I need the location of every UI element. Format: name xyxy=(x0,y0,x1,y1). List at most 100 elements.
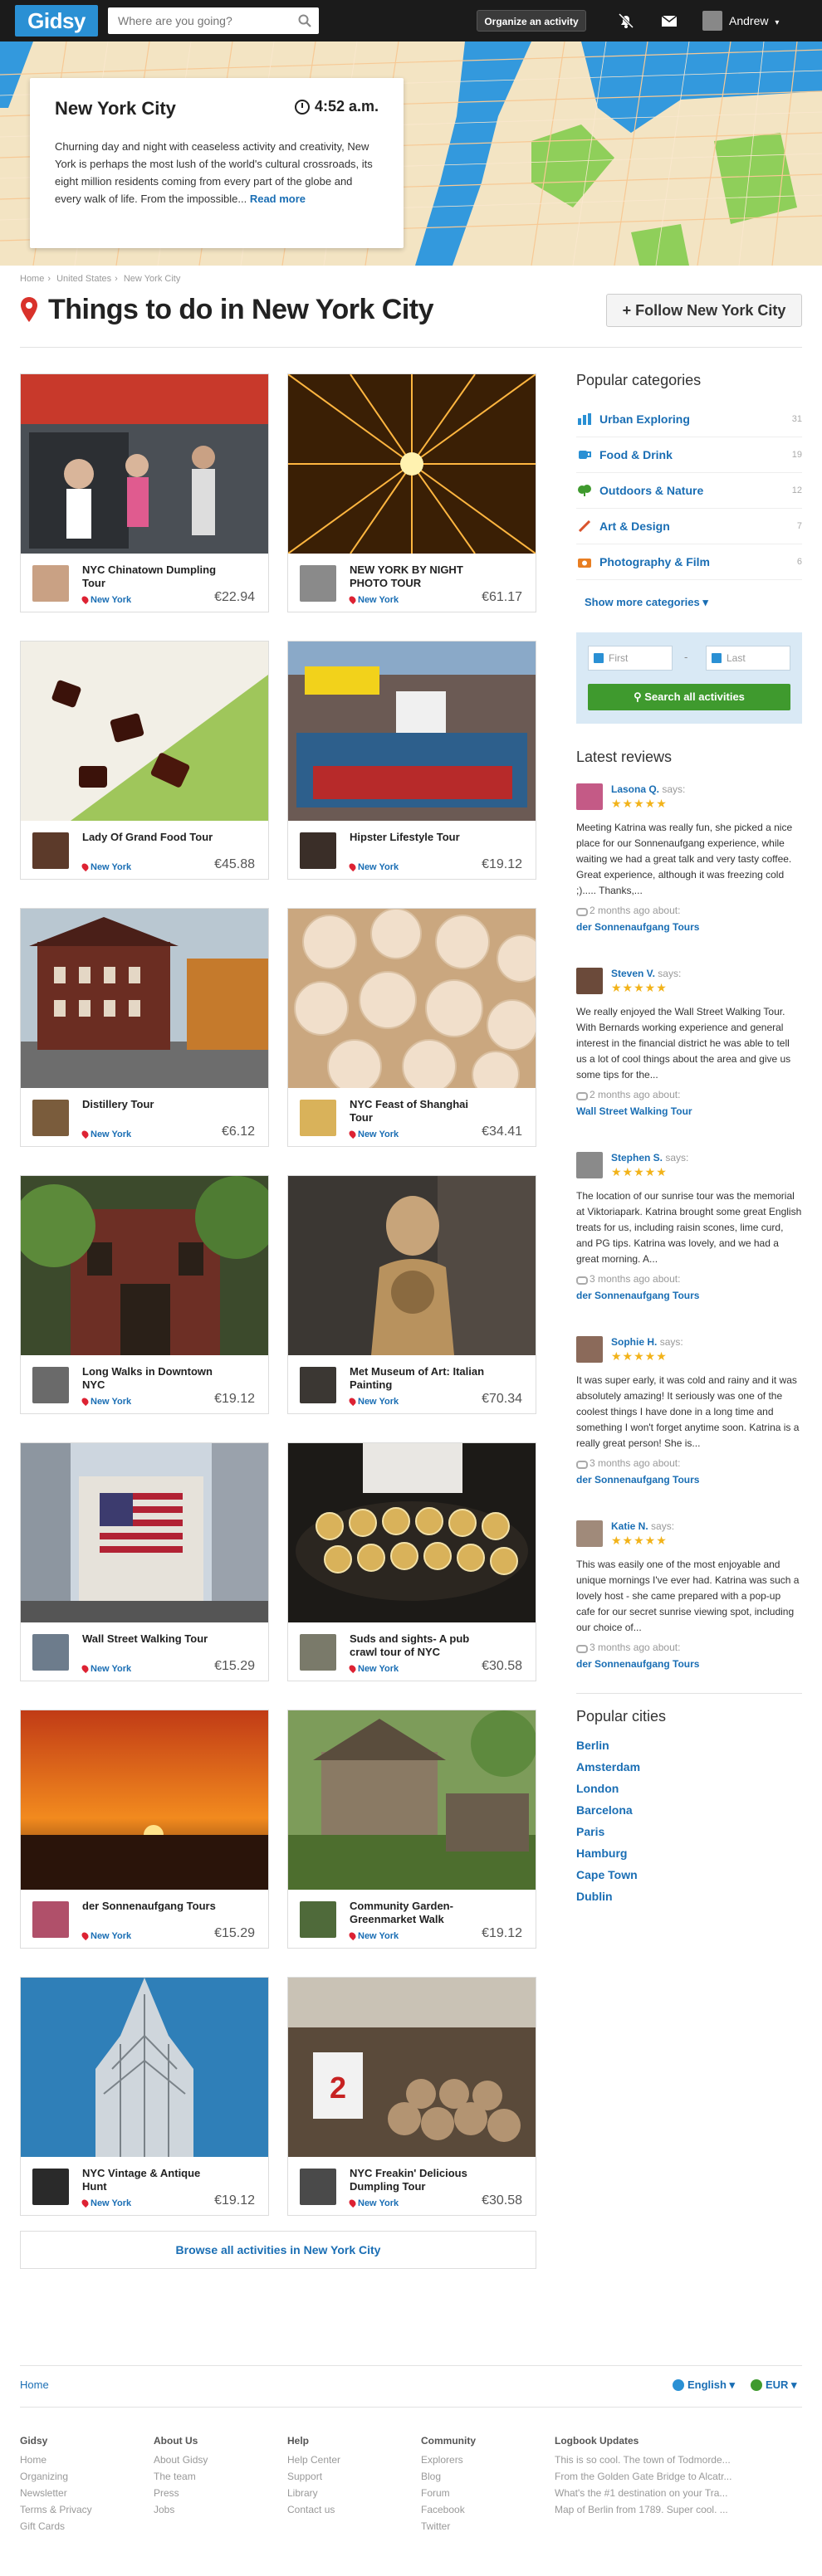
activity-title[interactable]: Met Museum of Art: Italian Painting xyxy=(350,1365,491,1392)
activity-photo[interactable] xyxy=(288,374,536,554)
organizer-avatar[interactable] xyxy=(32,1634,69,1671)
activity-card[interactable]: NYC Feast of Shanghai Tour New York €34.41 xyxy=(287,908,536,1147)
activity-location[interactable]: New York xyxy=(350,1931,399,1941)
activity-photo[interactable] xyxy=(21,1176,268,1355)
activity-card[interactable]: Lady Of Grand Food Tour New York €45.88 xyxy=(20,641,269,880)
footer-link[interactable]: Terms & Privacy xyxy=(20,2501,92,2518)
footer-link[interactable]: Newsletter xyxy=(20,2485,92,2501)
activity-photo[interactable] xyxy=(21,1710,268,1890)
reviewer-avatar[interactable] xyxy=(576,1152,603,1178)
footer-link[interactable]: Jobs xyxy=(154,2501,208,2518)
category-art-design[interactable]: Art & Design 7 xyxy=(576,509,802,544)
organizer-avatar[interactable] xyxy=(32,2169,69,2205)
reviewer-name[interactable]: Katie N. says: xyxy=(611,1520,674,1532)
breadcrumb-home[interactable]: Home xyxy=(20,274,44,284)
first-date-field[interactable]: First xyxy=(588,646,673,671)
footer-link[interactable]: Support xyxy=(287,2468,340,2485)
activity-title[interactable]: Suds and sights- A pub crawl tour of NYC xyxy=(350,1632,491,1659)
activity-card[interactable]: Suds and sights- A pub crawl tour of NYC… xyxy=(287,1442,536,1681)
currency-selector[interactable]: EUR ▾ xyxy=(751,2378,797,2392)
organizer-avatar[interactable] xyxy=(300,1634,336,1671)
reviewer-name[interactable]: Steven V. says: xyxy=(611,968,681,979)
review-activity-link[interactable]: Wall Street Walking Tour xyxy=(576,1105,692,1117)
activity-photo[interactable] xyxy=(21,909,268,1088)
activity-location[interactable]: New York xyxy=(82,595,131,605)
activity-card[interactable]: 2 NYC Freakin' Delicious Dumpling Tour New… xyxy=(287,1977,536,2216)
footer-home-link[interactable]: Home xyxy=(20,2378,49,2391)
footer-link[interactable]: Press xyxy=(154,2485,208,2501)
footer-link[interactable]: Twitter xyxy=(421,2518,476,2535)
organizer-avatar[interactable] xyxy=(300,832,336,869)
reviewer-name[interactable]: Sophie H. says: xyxy=(611,1336,683,1348)
activity-card[interactable]: Long Walks in Downtown NYC New York €19.12 xyxy=(20,1175,269,1414)
organizer-avatar[interactable] xyxy=(300,1100,336,1136)
activity-location[interactable]: New York xyxy=(82,1129,131,1139)
activity-title[interactable]: Lady Of Grand Food Tour xyxy=(82,831,223,844)
activity-title[interactable]: NYC Vintage & Antique Hunt xyxy=(82,2167,223,2193)
last-date-field[interactable]: Last xyxy=(706,646,790,671)
review-activity-link[interactable]: der Sonnenaufgang Tours xyxy=(576,921,699,933)
reviewer-name[interactable]: Lasona Q. says: xyxy=(611,783,685,795)
footer-link[interactable]: Contact us xyxy=(287,2501,340,2518)
city-link[interactable]: Paris xyxy=(576,1821,640,1842)
footer-link[interactable]: Organizing xyxy=(20,2468,92,2485)
browse-all-button[interactable]: Browse all activities in New York City xyxy=(20,2231,536,2269)
activity-card[interactable]: NYC Vintage & Antique Hunt New York €19.12 xyxy=(20,1977,269,2216)
footer-link[interactable]: Map of Berlin from 1789. Super cool. ... xyxy=(555,2501,731,2518)
activity-location[interactable]: New York xyxy=(350,862,399,872)
city-link[interactable]: London xyxy=(576,1778,640,1799)
footer-link[interactable]: From the Golden Gate Bridge to Alcatr... xyxy=(555,2468,731,2485)
organizer-avatar[interactable] xyxy=(300,565,336,602)
reviewer-avatar[interactable] xyxy=(576,1336,603,1363)
activity-location[interactable]: New York xyxy=(350,1664,399,1674)
activity-location[interactable]: New York xyxy=(82,1664,131,1674)
city-link[interactable]: Dublin xyxy=(576,1886,640,1907)
activity-photo[interactable] xyxy=(288,1176,536,1355)
activity-photo[interactable] xyxy=(288,909,536,1088)
mail-icon[interactable] xyxy=(659,11,679,31)
organizer-avatar[interactable] xyxy=(300,1367,336,1403)
organizer-avatar[interactable] xyxy=(32,565,69,602)
city-link[interactable]: Hamburg xyxy=(576,1842,640,1864)
footer-link[interactable]: This is so cool. The town of Todmorde... xyxy=(555,2452,731,2468)
activity-photo[interactable] xyxy=(21,374,268,554)
city-link[interactable]: Cape Town xyxy=(576,1864,640,1886)
activity-location[interactable]: New York xyxy=(350,2198,399,2208)
breadcrumb-city[interactable]: New York City xyxy=(124,274,180,284)
activity-card[interactable]: Wall Street Walking Tour New York €15.29 xyxy=(20,1442,269,1681)
footer-link[interactable]: Facebook xyxy=(421,2501,476,2518)
language-selector[interactable]: English ▾ xyxy=(673,2378,735,2392)
show-more-categories-link[interactable]: Show more categories ▾ xyxy=(585,596,708,609)
reviewer-name[interactable]: Stephen S. says: xyxy=(611,1152,688,1164)
search-input[interactable] xyxy=(108,7,291,34)
city-link[interactable]: Amsterdam xyxy=(576,1756,640,1778)
activity-title[interactable]: Distillery Tour xyxy=(82,1098,223,1111)
footer-link[interactable]: About Gidsy xyxy=(154,2452,208,2468)
breadcrumb-country[interactable]: United States xyxy=(56,274,111,284)
footer-link[interactable]: Help Center xyxy=(287,2452,340,2468)
reviewer-avatar[interactable] xyxy=(576,1520,603,1547)
activity-title[interactable]: Hipster Lifestyle Tour xyxy=(350,831,491,844)
footer-link[interactable]: Gift Cards xyxy=(20,2518,92,2535)
category-food-drink[interactable]: Food & Drink 19 xyxy=(576,437,802,473)
activity-location[interactable]: New York xyxy=(82,1397,131,1407)
activity-photo[interactable]: 2 xyxy=(288,1978,536,2157)
activity-title[interactable]: NYC Chinatown Dumpling Tour xyxy=(82,564,223,590)
activity-title[interactable]: NYC Feast of Shanghai Tour xyxy=(350,1098,491,1125)
footer-link[interactable]: What's the #1 destination on your Tra... xyxy=(555,2485,731,2501)
reviewer-avatar[interactable] xyxy=(576,968,603,994)
activity-photo[interactable] xyxy=(21,1978,268,2157)
user-menu[interactable]: Andrew ▾ xyxy=(702,10,779,32)
footer-link[interactable]: Forum xyxy=(421,2485,476,2501)
activity-title[interactable]: Wall Street Walking Tour xyxy=(82,1632,223,1646)
organize-activity-button[interactable]: Organize an activity xyxy=(477,10,586,32)
notifications-muted-icon[interactable] xyxy=(616,11,636,31)
review-activity-link[interactable]: der Sonnenaufgang Tours xyxy=(576,1474,699,1486)
activity-title[interactable]: Community Garden- Greenmarket Walk xyxy=(350,1900,491,1926)
activity-location[interactable]: New York xyxy=(350,1129,399,1139)
search-all-activities-button[interactable]: ⚲ Search all activities xyxy=(588,684,790,710)
activity-title[interactable]: der Sonnenaufgang Tours xyxy=(82,1900,223,1913)
footer-link[interactable]: The team xyxy=(154,2468,208,2485)
activity-location[interactable]: New York xyxy=(82,2198,131,2208)
city-link[interactable]: Barcelona xyxy=(576,1799,640,1821)
